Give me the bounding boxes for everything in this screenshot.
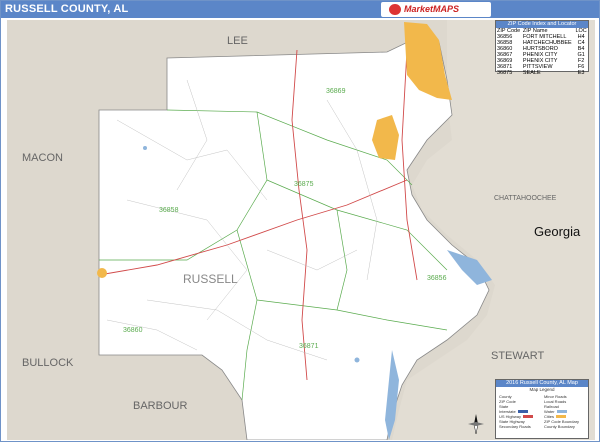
zip-loc-cell: E3 bbox=[577, 70, 585, 76]
legend-swatch bbox=[517, 410, 528, 414]
zip-label-36858: 36858 bbox=[159, 207, 179, 214]
legend-item-label: County Boundary bbox=[544, 424, 575, 429]
zip-name-cell: SEALE bbox=[522, 70, 541, 76]
brand-logo: MarketMAPS bbox=[381, 2, 491, 17]
zip-label-36860: 36860 bbox=[123, 327, 143, 334]
county-map: LEE MACON BULLOCK BARBOUR STEWART CHATTA… bbox=[7, 20, 595, 440]
bullock-label: BULLOCK bbox=[22, 357, 74, 369]
lee-label: LEE bbox=[227, 35, 248, 47]
georgia-label: Georgia bbox=[534, 224, 581, 239]
zip-code-cell: 36875 bbox=[497, 70, 513, 76]
stewart-label: STEWART bbox=[491, 350, 544, 362]
legend-swatch bbox=[556, 410, 567, 414]
county-label: RUSSELL bbox=[183, 272, 238, 286]
map-legend: 2016 Russell County, AL Map Map Legend C… bbox=[495, 379, 589, 439]
legend-item: County Boundary bbox=[544, 424, 575, 429]
chattahoochee-label: CHATTAHOOCHEE bbox=[494, 195, 557, 202]
barbour-label: BARBOUR bbox=[133, 400, 187, 412]
map-legend-subheader: Map Legend bbox=[529, 387, 555, 392]
logo-text: MarketMAPS bbox=[404, 4, 460, 14]
legend-item-label: Secondary Roads bbox=[499, 424, 531, 429]
zip-label-36875: 36875 bbox=[294, 181, 314, 188]
map-legend-header: 2016 Russell County, AL Map bbox=[496, 380, 588, 387]
title-bar: RUSSELL COUNTY, AL MarketMAPS bbox=[1, 1, 599, 18]
compass-rose-icon bbox=[468, 414, 484, 435]
zip-index-table: ZIP Code ZIP Name LOC 36856 FORT MITCHEL… bbox=[496, 28, 588, 76]
macon-label: MACON bbox=[22, 152, 63, 164]
zip-label-36856: 36856 bbox=[427, 275, 447, 282]
legend-swatch bbox=[556, 415, 567, 419]
map-title: RUSSELL COUNTY, AL bbox=[5, 3, 129, 15]
zip-label-36869: 36869 bbox=[326, 88, 346, 95]
legend-item: Secondary Roads bbox=[499, 424, 531, 429]
zip-index-header: ZIP Code Index and Locator bbox=[496, 21, 588, 28]
logo-icon bbox=[389, 4, 401, 15]
map-frame: RUSSELL COUNTY, AL MarketMAPS LEE MACON … bbox=[0, 0, 600, 442]
table-row: 36875 SEALE E3 bbox=[496, 70, 588, 76]
legend-swatch bbox=[523, 415, 534, 419]
zip-label-36871: 36871 bbox=[299, 343, 319, 350]
zip-code-index: ZIP Code Index and Locator ZIP Code ZIP … bbox=[495, 20, 589, 76]
